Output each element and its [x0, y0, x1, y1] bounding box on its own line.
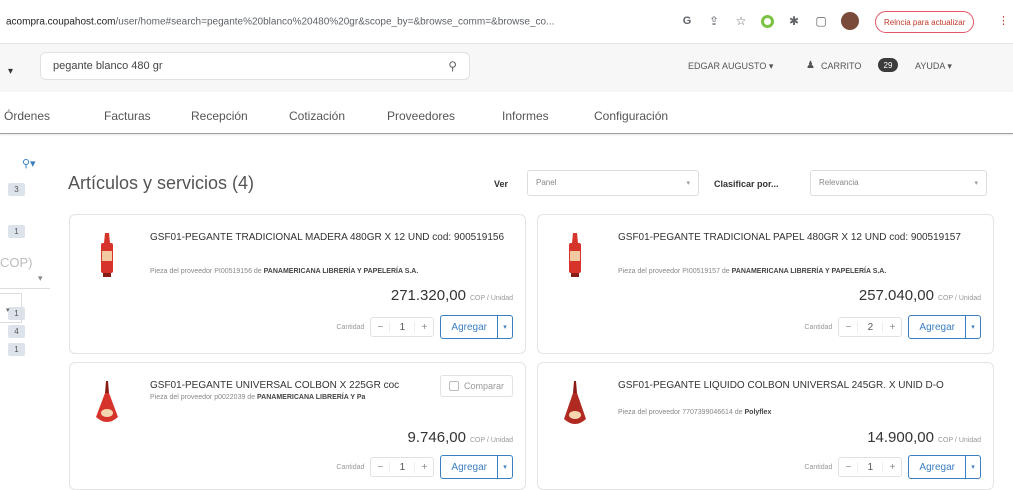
google-lens-icon[interactable]: G	[680, 14, 694, 28]
cart-count-badge: 29	[878, 58, 898, 72]
bookmark-star-icon[interactable]: ☆	[734, 14, 748, 28]
product-price: 271.320,00 COP / Unidad	[390, 287, 513, 304]
sort-label: Clasificar por...	[714, 179, 779, 189]
nav-facturas[interactable]: Facturas	[104, 109, 151, 123]
decrement-button[interactable]: −	[839, 462, 857, 473]
quantity-stepper[interactable]: − 1 +	[370, 317, 435, 337]
divider	[0, 288, 50, 289]
quantity-stepper[interactable]: − 1 +	[838, 457, 903, 477]
nav-ordenes[interactable]: Órdenes	[4, 109, 50, 123]
product-name[interactable]: GSF01-PEGANTE TRADICIONAL MADERA 480GR X…	[150, 231, 510, 245]
colbon-bottle-image	[564, 381, 586, 424]
quantity-field[interactable]: 2	[857, 321, 884, 333]
nav-configuracion[interactable]: Configuración	[594, 109, 668, 123]
product-supplier: Pieza del proveedor p0022039 de PANAMERI…	[150, 394, 366, 401]
quantity-field[interactable]: 1	[857, 461, 884, 473]
nav-recepcion[interactable]: Recepción	[191, 109, 248, 123]
add-button[interactable]: Agregar ▾	[440, 315, 513, 339]
product-price: 9.746,00 COP / Unidad	[407, 429, 513, 446]
chevron-down-icon[interactable]: ▾	[38, 273, 43, 284]
chevron-down-icon[interactable]: ▾	[498, 456, 512, 478]
product-name[interactable]: GSF01-PEGANTE TRADICIONAL PAPEL 480GR X …	[618, 231, 978, 245]
add-button[interactable]: Agregar ▾	[908, 455, 981, 479]
url-field[interactable]: acompra.coupahost.com/user/home#search=p…	[6, 17, 671, 28]
nav-proveedores[interactable]: Proveedores	[387, 109, 455, 123]
decrement-button[interactable]: −	[839, 322, 857, 333]
profile-avatar[interactable]	[841, 12, 859, 30]
increment-button[interactable]: +	[415, 322, 433, 333]
add-button[interactable]: Agregar ▾	[908, 315, 981, 339]
colbon-bottle-image	[96, 381, 118, 422]
add-to-cart-row: Cantidad − 1 + Agregar ▾	[336, 455, 513, 479]
chevron-down-icon: ▾	[6, 307, 10, 314]
update-button[interactable]: Relncia para actualizar	[875, 11, 975, 33]
facet-count-badge: 1	[8, 343, 25, 356]
sidepanel-icon[interactable]: ▢	[814, 14, 828, 28]
decrement-button[interactable]: −	[371, 322, 389, 333]
notifications-bell-icon[interactable]: ♟	[806, 60, 815, 71]
glue-bottle-image	[101, 233, 113, 277]
cart-link[interactable]: CARRITO	[821, 61, 861, 71]
browser-address-bar: acompra.coupahost.com/user/home#search=p…	[0, 0, 1013, 44]
facet-count-badge: 3	[8, 183, 25, 196]
share-icon[interactable]: ⇪	[707, 14, 721, 28]
product-card: GSF01-PEGANTE LIQUIDO COLBON UNIVERSAL 2…	[537, 362, 994, 490]
chevron-down-icon[interactable]: ▾	[8, 66, 13, 77]
chevron-down-icon: ▾	[974, 180, 978, 187]
quantity-stepper[interactable]: − 1 +	[370, 457, 435, 477]
quantity-field[interactable]: 1	[389, 461, 416, 473]
extension-icon[interactable]	[761, 14, 774, 28]
increment-button[interactable]: +	[883, 322, 901, 333]
quantity-field[interactable]: 1	[389, 321, 416, 333]
add-to-cart-row: Cantidad − 1 + Agregar ▾	[804, 455, 981, 479]
decrement-button[interactable]: −	[371, 462, 389, 473]
search-icon[interactable]: ⚲	[448, 59, 457, 73]
chevron-down-icon[interactable]: ▾	[966, 316, 980, 338]
product-card: GSF01-PEGANTE TRADICIONAL MADERA 480GR X…	[69, 214, 526, 354]
increment-button[interactable]: +	[415, 462, 433, 473]
filter-search-icon[interactable]: ⚲▾	[22, 157, 36, 170]
add-to-cart-row: Cantidad − 1 + Agregar ▾	[336, 315, 513, 339]
view-select[interactable]: Panel ▾	[527, 170, 699, 196]
chevron-down-icon[interactable]: ▾	[966, 456, 980, 478]
product-supplier: Pieza del proveedor PI00519156 de PANAME…	[150, 268, 419, 275]
view-label: Ver	[494, 179, 509, 189]
compare-checkbox[interactable]: Comparar	[440, 375, 514, 397]
sort-select[interactable]: Relevancia ▾	[810, 170, 987, 196]
add-to-cart-row: Cantidad − 2 + Agregar ▾	[804, 315, 981, 339]
product-supplier: Pieza del proveedor 7707399046614 de Pol…	[618, 409, 772, 416]
product-card: GSF01-PEGANTE UNIVERSAL COLBON X 225GR c…	[69, 362, 526, 490]
currency-label: COP)	[0, 255, 33, 270]
glue-bottle-image	[569, 233, 581, 277]
page-title: Artículos y servicios (4)	[68, 173, 255, 193]
product-card: GSF01-PEGANTE TRADICIONAL PAPEL 480GR X …	[537, 214, 994, 354]
currency-select[interactable]	[0, 293, 22, 323]
quantity-stepper[interactable]: − 2 +	[838, 317, 903, 337]
user-menu[interactable]: EDGAR AUGUSTO ▾	[688, 61, 773, 72]
main-nav: Órdenes Facturas Recepción Cotización Pr…	[0, 92, 1013, 134]
product-name[interactable]: GSF01-PEGANTE LIQUIDO COLBON UNIVERSAL 2…	[618, 379, 978, 393]
puzzle-icon[interactable]: ✱	[787, 14, 801, 28]
nav-informes[interactable]: Informes	[502, 109, 549, 123]
add-button[interactable]: Agregar ▾	[440, 455, 513, 479]
product-supplier: Pieza del proveedor PI00519157 de PANAME…	[618, 268, 887, 275]
nav-cotizacion[interactable]: Cotización	[289, 109, 345, 123]
increment-button[interactable]: +	[883, 462, 901, 473]
search-input[interactable]: pegante blanco 480 gr ⚲	[40, 52, 470, 80]
product-price: 257.040,00 COP / Unidad	[858, 287, 981, 304]
chevron-down-icon[interactable]: ▾	[498, 316, 512, 338]
facet-count-badge: 4	[8, 325, 25, 338]
help-menu[interactable]: AYUDA ▾	[915, 61, 952, 72]
facet-count-badge: 1	[8, 225, 25, 238]
checkbox-icon[interactable]	[449, 381, 459, 391]
chevron-down-icon: ▾	[686, 180, 690, 187]
product-price: 14.900,00 COP / Unidad	[867, 429, 981, 446]
more-icon[interactable]: ⋮	[998, 14, 1009, 27]
